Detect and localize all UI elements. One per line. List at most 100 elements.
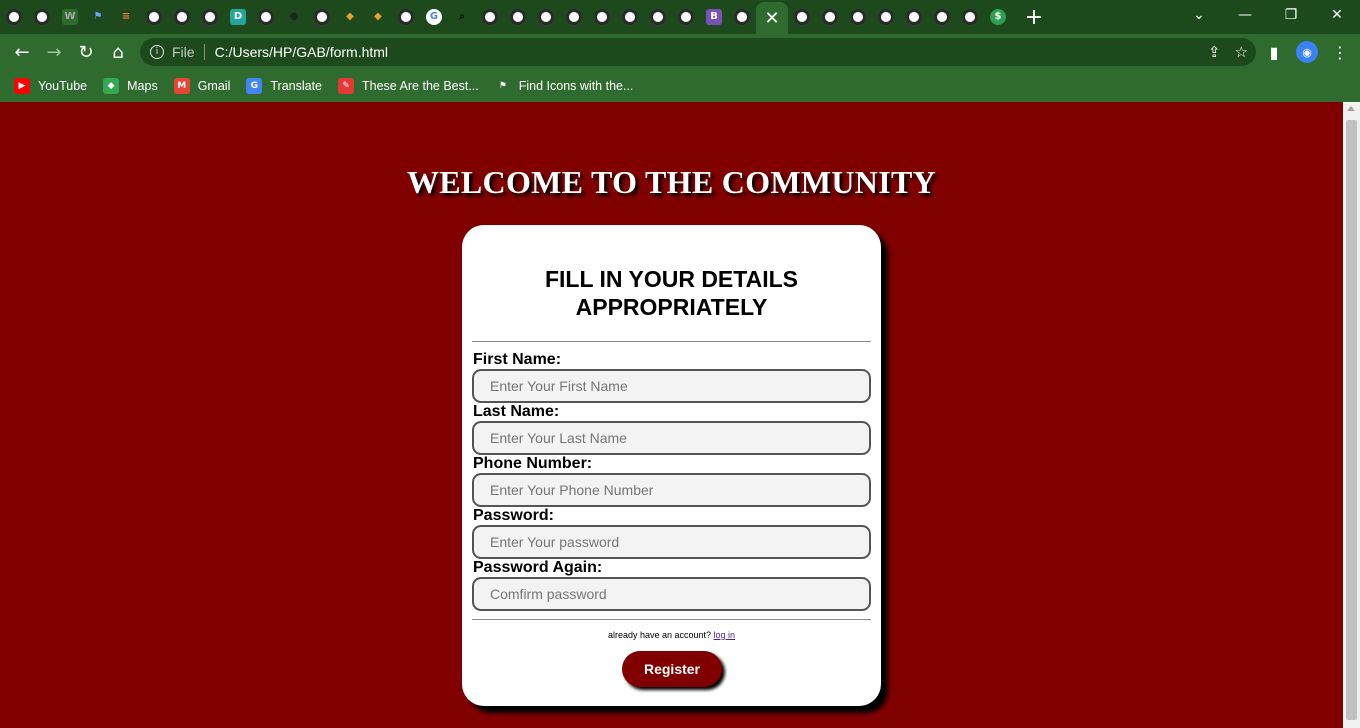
browser-tab-after-5[interactable]: [928, 0, 956, 34]
google-icon: G: [426, 9, 442, 25]
globe-icon: [398, 9, 414, 25]
back-button[interactable]: ←: [6, 36, 38, 68]
diamond-icon: ◆: [342, 9, 358, 25]
browser-tab-22[interactable]: [616, 0, 644, 34]
first-name-input[interactable]: [472, 369, 871, 403]
globe-icon: [734, 9, 750, 25]
browser-tab-16[interactable]: ⌕: [448, 0, 476, 34]
maps-icon: ◆: [103, 78, 120, 94]
globe-icon: [934, 9, 950, 25]
browser-tab-after-3[interactable]: [872, 0, 900, 34]
address-divider: [203, 44, 205, 60]
close-window-button[interactable]: ✕: [1314, 0, 1360, 30]
page-scrollbar[interactable]: [1343, 102, 1360, 728]
form-title-line1: FILL IN YOUR DETAILS: [544, 266, 798, 292]
minimize-button[interactable]: —: [1222, 0, 1268, 30]
login-link[interactable]: log in: [714, 630, 736, 640]
browser-tab-2[interactable]: W: [56, 0, 84, 34]
toolbar-actions: ▮ ◉ ⋮: [1262, 36, 1352, 68]
globe-icon: [174, 9, 190, 25]
tab-search-button[interactable]: ⌄: [1176, 0, 1222, 30]
bookmark-label: Translate: [270, 79, 323, 93]
bookmark-star-icon[interactable]: ☆: [1235, 43, 1248, 61]
profile-avatar[interactable]: ◉: [1296, 41, 1318, 63]
browser-tab-7[interactable]: [196, 0, 224, 34]
browser-tab-11[interactable]: [308, 0, 336, 34]
browser-tab-4[interactable]: ≡: [112, 0, 140, 34]
browser-tab-after-2[interactable]: [844, 0, 872, 34]
bookmark-0[interactable]: ▶ YouTube: [14, 78, 87, 94]
browser-tab-18[interactable]: [504, 0, 532, 34]
w-logo-icon: W: [62, 9, 78, 25]
bookmark-4[interactable]: ✎ These Are the Best...: [338, 78, 479, 94]
browser-tab-24[interactable]: [672, 0, 700, 34]
browser-tab-15[interactable]: G: [420, 0, 448, 34]
phone-number-input[interactable]: [472, 473, 871, 507]
bookmark-label: Find Icons with the...: [518, 79, 634, 93]
tab-list-after: $: [788, 0, 1012, 34]
register-button[interactable]: Register: [622, 651, 722, 687]
new-tab-button[interactable]: +: [1020, 0, 1048, 34]
browser-tab-1[interactable]: [28, 0, 56, 34]
address-url[interactable]: C:/Users/HP/GAB/form.html: [215, 44, 388, 60]
site-info-icon[interactable]: i: [150, 45, 164, 59]
d-app-icon: D: [230, 9, 246, 25]
side-panel-icon[interactable]: ▮: [1262, 40, 1286, 64]
browser-tab-14[interactable]: [392, 0, 420, 34]
address-bar[interactable]: i File C:/Users/HP/GAB/form.html ⇪ ☆: [140, 38, 1256, 66]
browser-tab-after-0[interactable]: [788, 0, 816, 34]
browser-tab-8[interactable]: D: [224, 0, 252, 34]
registration-form: FILL IN YOUR DETAILS APPROPRIATELY First…: [462, 225, 881, 706]
reload-button[interactable]: ↻: [70, 36, 102, 68]
browser-tab-17[interactable]: [476, 0, 504, 34]
browser-tab-26[interactable]: [728, 0, 756, 34]
flag-icon: ⚑: [90, 9, 106, 25]
browser-tab-13[interactable]: ◆: [364, 0, 392, 34]
browser-tab-25[interactable]: B: [700, 0, 728, 34]
forward-button[interactable]: →: [38, 36, 70, 68]
tab-list: W ⚑ ≡ D ● ◆ ◆ G ⌕ B: [0, 0, 756, 34]
bookmark-5[interactable]: ⚑ Find Icons with the...: [494, 78, 634, 94]
last-name-input[interactable]: [472, 421, 871, 455]
login-prompt: already have an account? log in: [462, 630, 881, 640]
confirm-password-input[interactable]: [472, 577, 871, 611]
restore-button[interactable]: ❐: [1268, 0, 1314, 30]
browser-tab-6[interactable]: [168, 0, 196, 34]
browser-tab-12[interactable]: ◆: [336, 0, 364, 34]
browser-tab-9[interactable]: [252, 0, 280, 34]
bookmark-2[interactable]: M Gmail: [173, 78, 230, 94]
menu-icon[interactable]: ⋮: [1328, 40, 1352, 64]
bookmark-3[interactable]: G Translate: [246, 78, 322, 94]
browser-tab-10[interactable]: ●: [280, 0, 308, 34]
browser-tab-21[interactable]: [588, 0, 616, 34]
browser-tab-after-4[interactable]: [900, 0, 928, 34]
bookmark-1[interactable]: ◆ Maps: [103, 78, 158, 94]
share-icon[interactable]: ⇪: [1208, 43, 1221, 61]
password-input[interactable]: [472, 525, 871, 559]
scroll-up-arrow-icon[interactable]: [1347, 106, 1355, 111]
browser-tab-20[interactable]: [560, 0, 588, 34]
globe-icon: [6, 9, 22, 25]
bookmarks-bar: ▶ YouTube ◆ Maps M Gmail G Translate ✎ These Are …: [0, 70, 1360, 102]
browser-tab-3[interactable]: ⚑: [84, 0, 112, 34]
scroll-thumb[interactable]: [1346, 120, 1357, 720]
browser-tab-after-1[interactable]: [816, 0, 844, 34]
globe-icon: [906, 9, 922, 25]
close-tab-icon[interactable]: ✕: [764, 8, 779, 29]
browser-tab-after-6[interactable]: [956, 0, 984, 34]
browser-tab-5[interactable]: [140, 0, 168, 34]
globe-icon: [258, 9, 274, 25]
phone-number-label: Phone Number:: [473, 455, 593, 472]
browser-tab-0[interactable]: [0, 0, 28, 34]
globe-icon: [510, 9, 526, 25]
translate-icon: G: [246, 78, 263, 94]
youtube-icon: ▶: [14, 78, 30, 94]
browser-tab-after-7[interactable]: $: [984, 0, 1012, 34]
first-name-label: First Name:: [473, 351, 562, 368]
active-tab[interactable]: ✕: [756, 2, 788, 34]
browser-toolbar: ← → ↻ ⌂ i File C:/Users/HP/GAB/form.html…: [0, 34, 1360, 70]
browser-tab-19[interactable]: [532, 0, 560, 34]
bookmark-label: YouTube: [38, 79, 88, 93]
browser-tab-23[interactable]: [644, 0, 672, 34]
home-button[interactable]: ⌂: [102, 36, 134, 68]
